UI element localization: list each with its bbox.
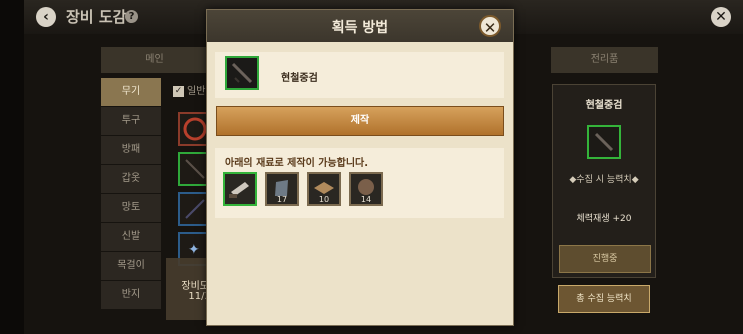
filter-label: 일반 xyxy=(187,86,206,97)
checkbox-icon[interactable]: ✓ xyxy=(173,85,184,97)
material-slot[interactable]: 14 xyxy=(349,172,383,206)
sword-icon xyxy=(594,132,614,152)
material-count: 17 xyxy=(276,195,288,204)
target-item-slot[interactable] xyxy=(225,56,259,90)
page-title: 장비 도감 xyxy=(66,8,127,26)
category-cloak[interactable]: 망토 xyxy=(101,194,161,222)
total-stats-button[interactable]: 총 수집 능력치 xyxy=(558,285,650,313)
modal-title: 획득 방법 xyxy=(331,20,389,36)
target-item-name: 현철중검 xyxy=(281,73,318,84)
category-helmet[interactable]: 투구 xyxy=(101,107,161,135)
category-ring[interactable]: 반지 xyxy=(101,281,161,309)
category-armor[interactable]: 갑옷 xyxy=(101,165,161,193)
tab-main[interactable]: 메인 xyxy=(101,47,208,73)
category-shoes[interactable]: 신발 xyxy=(101,223,161,251)
modal-body: 현철중검 제작 아래의 재료로 제작이 가능합니다. 17 10 14 xyxy=(207,42,513,325)
category-list: 무기 투구 방패 갑옷 망토 신발 목걸이 반지 xyxy=(101,78,161,310)
material-slot[interactable] xyxy=(223,172,257,206)
status-button[interactable]: 진행중 xyxy=(559,245,651,273)
detail-item-name: 현철중검 xyxy=(585,100,623,111)
acquisition-modal: 획득 방법 ✕ 현철중검 제작 아래의 재료로 제작이 가능합니다. 17 10 xyxy=(206,9,514,326)
sword-icon xyxy=(231,62,253,84)
material-count: 10 xyxy=(318,195,330,204)
craft-button[interactable]: 제작 xyxy=(216,106,504,136)
category-necklace[interactable]: 목걸이 xyxy=(101,252,161,280)
modal-close-button[interactable]: ✕ xyxy=(479,15,501,37)
material-slot[interactable]: 17 xyxy=(265,172,299,206)
modal-header: 획득 방법 ✕ xyxy=(207,10,513,42)
filter-normal[interactable]: ✓ 일반 xyxy=(173,82,205,97)
dagger-material-icon xyxy=(229,182,249,198)
tab-loot[interactable]: 전리품 xyxy=(551,47,658,73)
materials-box: 아래의 재료로 제작이 가능합니다. 17 10 14 xyxy=(215,148,504,218)
close-icon[interactable]: ✕ xyxy=(711,7,731,27)
materials-text: 아래의 재료로 제작이 가능합니다. xyxy=(225,158,369,169)
detail-stat: 체력재생 +20 xyxy=(576,214,632,224)
category-shield[interactable]: 방패 xyxy=(101,136,161,164)
target-item-row: 현철중검 xyxy=(215,52,504,98)
detail-item-slot xyxy=(587,125,621,159)
category-weapon[interactable]: 무기 xyxy=(101,78,161,106)
detail-subtitle: ◆수집 시 능력치◆ xyxy=(569,175,639,185)
back-button[interactable]: ‹ xyxy=(36,7,56,27)
material-count: 14 xyxy=(360,195,372,204)
material-slot[interactable]: 10 xyxy=(307,172,341,206)
svg-text:✦: ✦ xyxy=(188,242,200,258)
question-icon[interactable]: ? xyxy=(125,10,138,23)
item-detail-panel: 현철중검 ◆수집 시 능력치◆ 체력재생 +20 진행중 xyxy=(552,84,656,278)
